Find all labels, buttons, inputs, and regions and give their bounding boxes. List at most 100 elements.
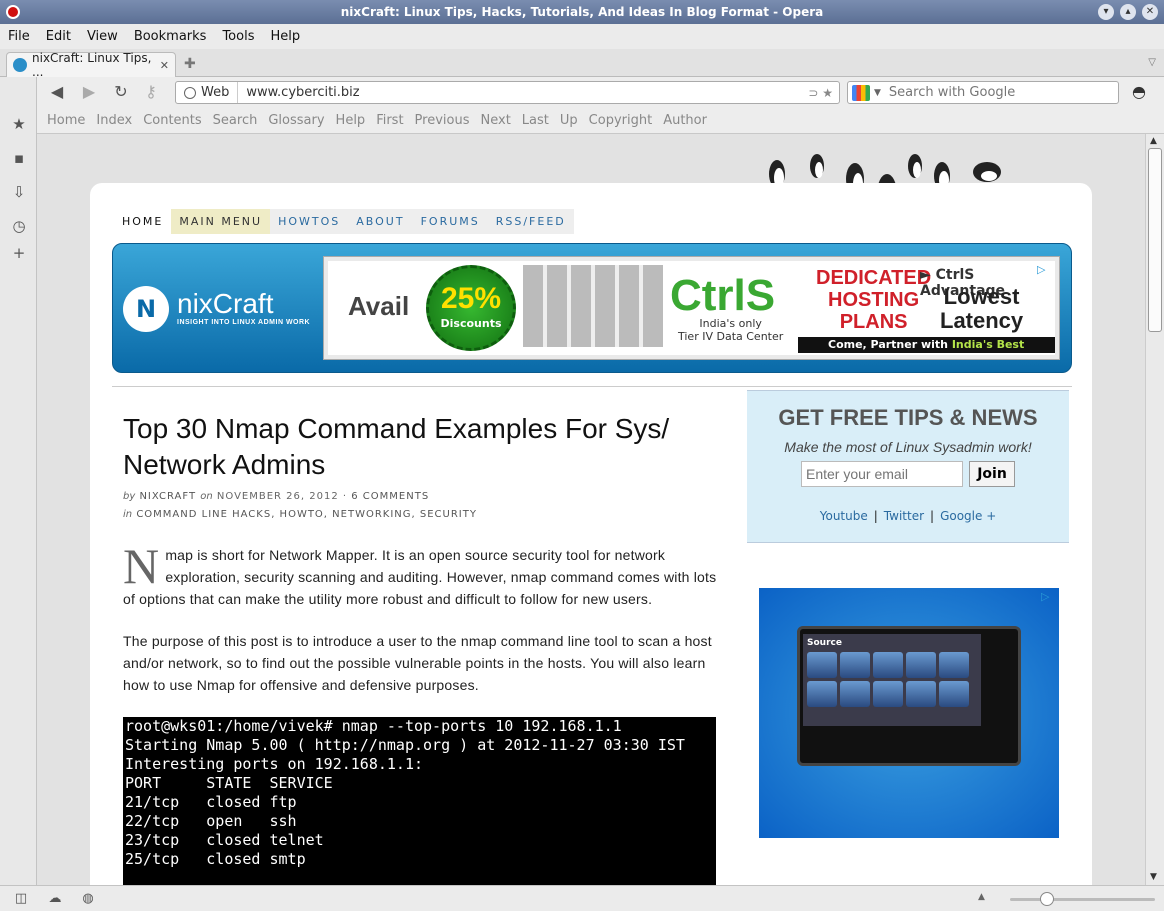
menu-edit[interactable]: Edit xyxy=(46,29,71,44)
terminal-line: PORT STATE SERVICE xyxy=(125,774,333,792)
panel-toggle-icon[interactable]: ◫ xyxy=(13,891,29,907)
nav-next[interactable]: Next xyxy=(481,113,511,128)
wand-key-icon[interactable]: ⚷ xyxy=(141,82,161,102)
join-button[interactable]: Join xyxy=(969,461,1015,487)
site-nav-about[interactable]: ABOUT xyxy=(348,209,413,234)
newsletter-tagline: Make the most of Linux Sysadmin work! xyxy=(784,439,1032,455)
menu-file[interactable]: File xyxy=(8,29,30,44)
tab-nixcraft[interactable]: nixCraft: Linux Tips, ... ✕ xyxy=(6,51,176,79)
menu-tools[interactable]: Tools xyxy=(222,29,254,44)
site-nav-howtos[interactable]: HOWTOS xyxy=(270,209,349,234)
divider xyxy=(112,386,1072,387)
google-icon[interactable] xyxy=(852,84,870,101)
rss-star-icons[interactable]: ⊃ ★ xyxy=(808,86,839,100)
comments-link[interactable]: 6 COMMENTS xyxy=(351,491,429,502)
nixcraft-emblem-icon: N xyxy=(123,286,169,332)
menu-view[interactable]: View xyxy=(87,29,118,44)
site-banner: N nixCraft INSIGHT INTO LINUX ADMIN WORK … xyxy=(112,243,1072,373)
site-nav-home[interactable]: HOME xyxy=(114,209,172,234)
site-nav-forums[interactable]: FORUMS xyxy=(412,209,488,234)
tab-bar: nixCraft: Linux Tips, ... ✕ ✚ ▽ xyxy=(0,49,1164,79)
car-stereo-ad[interactable]: ▷ Source xyxy=(759,588,1059,838)
site-nav-main-menu[interactable]: MAIN MENU xyxy=(171,209,271,234)
address-bar[interactable]: Web www.cyberciti.biz ⊃ ★ xyxy=(175,81,840,104)
search-input[interactable] xyxy=(888,85,1109,100)
forward-arrow-icon[interactable]: ▶ xyxy=(79,82,99,102)
terminal-line: root@wks01:/home/vivek# nmap --top-ports… xyxy=(125,717,622,735)
googleplus-link[interactable]: Google + xyxy=(940,509,996,523)
nav-contents[interactable]: Contents xyxy=(143,113,201,128)
ad-strip: Come, Partner with India's Best Datacent… xyxy=(798,337,1055,355)
article-date: NOVEMBER 26, 2012 xyxy=(216,491,339,502)
twitter-link[interactable]: Twitter xyxy=(884,509,924,523)
author-link[interactable]: NIXCRAFT xyxy=(139,491,196,502)
window-controls: ▾ ▴ ✕ xyxy=(1098,4,1158,20)
ad-dedicated1: DEDICATED xyxy=(816,267,932,289)
adchoices-icon[interactable]: ▷ xyxy=(1041,590,1055,604)
ad-dedicated3: PLANS xyxy=(839,311,908,333)
scrollbar-thumb[interactable] xyxy=(1148,148,1162,332)
ad-dedicated: DEDICATED HOSTING PLANS xyxy=(816,267,931,333)
opera-unite-cloud-icon[interactable]: ☁ xyxy=(47,891,63,907)
add-panel-icon[interactable]: + xyxy=(10,244,28,262)
scroll-up-icon[interactable]: ▲ xyxy=(1150,136,1157,146)
terminal-line: 22/tcp open ssh xyxy=(125,812,297,830)
zoom-track[interactable] xyxy=(1010,898,1155,901)
nav-copyright[interactable]: Copyright xyxy=(589,113,653,128)
menu-help[interactable]: Help xyxy=(270,29,300,44)
downloads-icon[interactable]: ⇩ xyxy=(10,183,28,201)
tab-title: nixCraft: Linux Tips, ... xyxy=(32,51,152,79)
search-engine-dropdown-icon[interactable]: ▼ xyxy=(874,88,881,98)
article-title[interactable]: Top 30 Nmap Command Examples For Sys/ Ne… xyxy=(123,411,728,483)
history-clock-icon[interactable]: ◷ xyxy=(10,217,28,235)
back-arrow-icon[interactable]: ◀ xyxy=(47,82,67,102)
ad-avail: Avail xyxy=(348,291,410,321)
nav-glossary[interactable]: Glossary xyxy=(268,113,324,128)
categories-links[interactable]: COMMAND LINE HACKS, HOWTO, NETWORKING, S… xyxy=(136,509,477,520)
nav-previous[interactable]: Previous xyxy=(415,113,470,128)
newsletter-heading: GET FREE TIPS & NEWS xyxy=(778,405,1038,430)
tab-close-icon[interactable]: ✕ xyxy=(160,59,169,72)
nav-author[interactable]: Author xyxy=(663,113,707,128)
nixcraft-logo[interactable]: N nixCraft INSIGHT INTO LINUX ADMIN WORK xyxy=(123,284,313,334)
search-box[interactable]: ▼ xyxy=(847,81,1119,104)
site-nav-rss[interactable]: RSS/FEED xyxy=(487,209,574,234)
zoom-menu-icon[interactable]: ▲ xyxy=(978,892,985,902)
nav-search[interactable]: Search xyxy=(213,113,258,128)
bookmarks-star-icon[interactable]: ★ xyxy=(10,115,28,133)
meta-on: on xyxy=(200,491,213,502)
terminal-line: 23/tcp closed telnet xyxy=(125,831,324,849)
minimize-icon[interactable]: ▾ xyxy=(1098,4,1114,20)
url-input[interactable]: www.cyberciti.biz xyxy=(238,85,808,100)
adchoices-icon[interactable]: ▷ xyxy=(1037,263,1051,277)
tab-menu-chevron-icon[interactable]: ▽ xyxy=(1148,57,1156,68)
vertical-scrollbar[interactable]: ▲ ▼ xyxy=(1145,134,1164,885)
meta-in: in xyxy=(123,509,133,520)
notes-icon[interactable]: ▪ xyxy=(10,149,28,167)
youtube-link[interactable]: Youtube xyxy=(820,509,868,523)
ad-strip-a: Come, Partner with xyxy=(828,338,952,351)
opera-link-icon[interactable]: ◓ xyxy=(1129,82,1149,102)
menu-bookmarks[interactable]: Bookmarks xyxy=(134,29,207,44)
scroll-down-icon[interactable]: ▼ xyxy=(1150,872,1157,882)
nav-home[interactable]: Home xyxy=(47,113,85,128)
opera-turbo-icon[interactable]: ◍ xyxy=(80,891,96,907)
zoom-slider[interactable]: ▲ xyxy=(978,890,1155,908)
nav-first[interactable]: First xyxy=(376,113,403,128)
logo-name: nixCraft xyxy=(177,288,274,319)
banner-ad[interactable]: Avail 25% Discounts CtrlS India's only Tie… xyxy=(323,256,1060,360)
maximize-icon[interactable]: ▴ xyxy=(1120,4,1136,20)
nav-last[interactable]: Last xyxy=(522,113,549,128)
ad-discount-badge: 25% Discounts xyxy=(426,265,516,351)
nav-help[interactable]: Help xyxy=(336,113,366,128)
email-field[interactable] xyxy=(801,461,963,487)
site-info-button[interactable]: Web xyxy=(176,82,239,103)
close-icon[interactable]: ✕ xyxy=(1142,4,1158,20)
terminal-line: Interesting ports on 192.168.1.1: xyxy=(125,755,424,773)
opera-icon[interactable] xyxy=(6,5,20,19)
reload-icon[interactable]: ↻ xyxy=(111,82,131,102)
nav-up[interactable]: Up xyxy=(560,113,578,128)
zoom-knob[interactable] xyxy=(1040,892,1054,906)
nav-index[interactable]: Index xyxy=(96,113,132,128)
new-tab-icon[interactable]: ✚ xyxy=(184,56,196,72)
